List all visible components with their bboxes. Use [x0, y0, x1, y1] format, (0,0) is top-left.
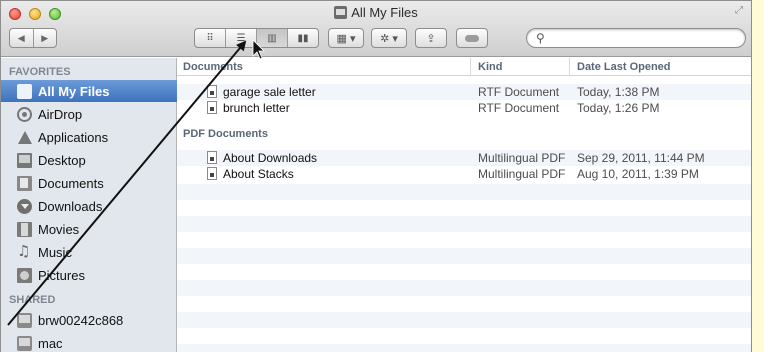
empty-row — [177, 312, 751, 328]
column-view-icon[interactable]: ▥ — [257, 29, 288, 47]
airdrop-icon — [17, 106, 32, 122]
window-title-text: All My Files — [351, 5, 418, 20]
column-header-date[interactable]: Date Last Opened — [569, 58, 671, 76]
share-button[interactable]: ⇪ — [415, 28, 447, 48]
sidebar: FAVORITES All My Files AirDrop Applicati… — [1, 58, 177, 352]
fullscreen-icon[interactable]: ⤢ — [735, 5, 743, 16]
sidebar-item-label: mac — [38, 335, 63, 351]
sidebar-item-mac[interactable]: mac — [1, 332, 177, 352]
all-my-files-icon — [334, 6, 348, 19]
file-date: Sep 29, 2011, 11:44 PM — [577, 151, 705, 165]
file-kind: RTF Document — [478, 101, 560, 115]
sidebar-item-label: Music — [38, 244, 72, 260]
sidebar-item-label: AirDrop — [38, 106, 83, 122]
file-date: Today, 1:26 PM — [577, 101, 660, 115]
pdf-document-icon — [207, 151, 217, 164]
file-name: About Downloads — [223, 151, 318, 165]
share-icon: ⇪ — [426, 32, 436, 45]
sidebar-item-desktop[interactable]: Desktop — [1, 149, 177, 171]
desktop-icon — [17, 152, 32, 168]
column-headers: Documents Kind Date Last Opened — [177, 58, 751, 76]
empty-row — [177, 344, 751, 352]
sidebar-item-pictures[interactable]: Pictures — [1, 264, 177, 286]
sidebar-item-label: brw00242c868 — [38, 312, 124, 328]
sidebar-item-documents[interactable]: Documents — [1, 172, 177, 194]
file-date: Today, 1:38 PM — [577, 85, 660, 99]
gear-icon: ✲ ▾ — [380, 32, 398, 45]
file-name: garage sale letter — [223, 85, 316, 99]
table-row[interactable]: About Downloads Multilingual PDF Sep 29,… — [177, 150, 751, 166]
all-my-files-icon — [17, 83, 32, 99]
sidebar-item-label: Pictures — [38, 267, 85, 283]
movies-icon — [17, 221, 32, 237]
sidebar-item-brw00242c868[interactable]: brw00242c868 — [1, 309, 177, 331]
empty-row — [177, 248, 751, 264]
shared-header: SHARED — [9, 294, 56, 306]
rtf-document-icon — [207, 101, 217, 114]
file-name: brunch letter — [223, 101, 290, 115]
window-title: All My Files — [1, 5, 751, 20]
column-header-kind[interactable]: Kind — [470, 58, 502, 76]
finder-window: All My Files ⤢ ◀ ▶ ⠿ ☰ ▥ ▮▮ ▦ ▾ ✲ ▾ ⇪ ⚲ — [0, 0, 752, 352]
empty-row — [177, 184, 751, 200]
table-row[interactable]: garage sale letter RTF Document Today, 1… — [177, 84, 751, 100]
sidebar-item-label: Movies — [38, 221, 80, 237]
sidebar-item-label: All My Files — [38, 83, 110, 99]
cover-flow-icon[interactable]: ▮▮ — [288, 29, 318, 47]
tag-icon — [465, 34, 479, 42]
table-row[interactable]: About Stacks Multilingual PDF Aug 10, 20… — [177, 166, 751, 182]
downloads-icon — [17, 198, 32, 214]
file-kind: RTF Document — [478, 85, 560, 99]
sidebar-item-music[interactable]: Music — [1, 241, 177, 263]
pictures-icon — [17, 267, 32, 283]
pdf-document-icon — [207, 167, 217, 180]
search-input[interactable]: ⚲ — [526, 28, 746, 48]
rtf-document-icon — [207, 85, 217, 98]
forward-icon[interactable]: ▶ — [34, 33, 57, 44]
back-forward-buttons: ◀ ▶ — [9, 28, 57, 48]
arrange-icon: ▦ ▾ — [336, 32, 356, 45]
sidebar-item-applications[interactable]: Applications — [1, 126, 177, 148]
tag-button[interactable] — [456, 28, 488, 48]
list-view-icon[interactable]: ☰ — [226, 29, 257, 47]
sidebar-item-label: Desktop — [38, 152, 86, 168]
sidebar-item-downloads[interactable]: Downloads — [1, 195, 177, 217]
file-name: About Stacks — [223, 167, 294, 181]
column-header-name[interactable]: Documents — [183, 61, 243, 73]
file-date: Aug 10, 2011, 1:39 PM — [577, 167, 699, 181]
table-row[interactable]: brunch letter RTF Document Today, 1:26 P… — [177, 100, 751, 116]
group-header-pdf-documents: PDF Documents — [183, 128, 268, 140]
search-icon: ⚲ — [536, 31, 545, 45]
sidebar-item-movies[interactable]: Movies — [1, 218, 177, 240]
empty-row — [177, 216, 751, 232]
sidebar-item-label: Downloads — [38, 198, 103, 214]
file-kind: Multilingual PDF — [478, 151, 566, 165]
action-button[interactable]: ✲ ▾ — [371, 28, 407, 48]
toolbar: All My Files ⤢ ◀ ▶ ⠿ ☰ ▥ ▮▮ ▦ ▾ ✲ ▾ ⇪ ⚲ — [1, 1, 751, 57]
empty-row — [177, 280, 751, 296]
documents-icon — [17, 175, 32, 191]
sidebar-item-label: Applications — [38, 129, 109, 145]
back-icon[interactable]: ◀ — [10, 33, 33, 44]
computer-icon — [17, 335, 32, 351]
computer-icon — [17, 312, 32, 328]
applications-icon — [17, 130, 32, 145]
sidebar-item-airdrop[interactable]: AirDrop — [1, 103, 177, 125]
music-icon — [17, 242, 32, 260]
sidebar-item-label: Documents — [38, 175, 104, 191]
file-kind: Multilingual PDF — [478, 167, 566, 181]
favorites-header: FAVORITES — [9, 66, 71, 78]
sidebar-item-all-my-files[interactable]: All My Files — [1, 80, 177, 102]
arrange-button[interactable]: ▦ ▾ — [328, 28, 364, 48]
view-mode-selector: ⠿ ☰ ▥ ▮▮ — [194, 28, 319, 48]
file-list: Documents Kind Date Last Opened garage s… — [177, 58, 751, 352]
icon-view-icon[interactable]: ⠿ — [195, 29, 226, 47]
